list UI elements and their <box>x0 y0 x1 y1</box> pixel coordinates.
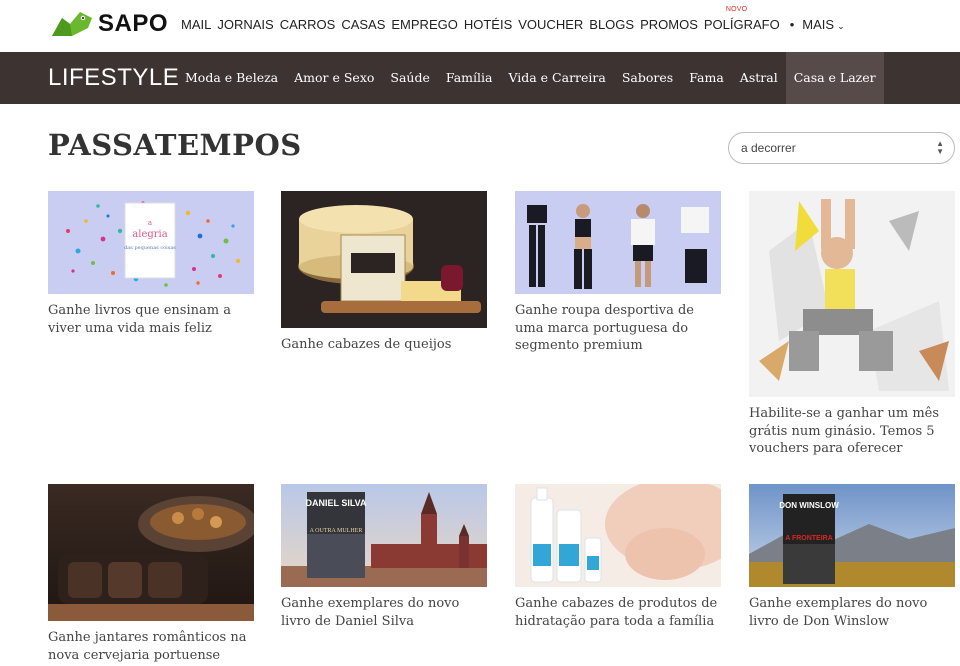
contest-caption[interactable]: Ganhe jantares românticos na nova cervej… <box>48 629 254 664</box>
lifestyle-nav-moda[interactable]: Moda e Beleza <box>177 52 286 104</box>
nav-promos[interactable]: PROMOS <box>640 17 698 32</box>
nav-emprego[interactable]: EMPREGO <box>391 17 457 32</box>
contest-card[interactable]: Ganhe roupa desportiva de uma marca port… <box>515 191 721 355</box>
lifestyle-bar: LIFESTYLE Moda e Beleza Amor e Sexo Saúd… <box>0 52 960 104</box>
book-cover-subtitle: das pequenas coisas <box>124 245 176 251</box>
nav-hoteis[interactable]: HOTÉIS <box>464 17 512 32</box>
sapo-nav: MAIL JORNAIS CARROS CASAS EMPREGO HOTÉIS… <box>181 6 851 32</box>
nav-voucher[interactable]: VOUCHER <box>518 17 583 32</box>
contest-caption[interactable]: Ganhe livros que ensinam a viver uma vid… <box>48 302 254 337</box>
contest-card[interactable]: Ganhe jantares românticos na nova cervej… <box>48 484 254 664</box>
status-filter-value: a decorrer <box>741 141 796 155</box>
contest-caption[interactable]: Habilite-se a ganhar um mês grátis num g… <box>749 405 955 458</box>
contest-caption[interactable]: Ganhe roupa desportiva de uma marca port… <box>515 302 721 355</box>
contest-card[interactable]: a alegria das pequenas coisas Ganhe livr… <box>48 191 254 337</box>
nav-mais[interactable]: MAIS ⌄ <box>802 17 844 32</box>
sapo-logo[interactable]: SAPO <box>52 8 168 40</box>
lifestyle-nav: Moda e Beleza Amor e Sexo Saúde Família … <box>177 52 884 104</box>
contest-card[interactable]: DON WINSLOW A FRONTEIRA Ganhe exemplares… <box>749 484 955 630</box>
book-cover-author: DANIEL SILVA <box>305 498 367 508</box>
contest-image-daniel-silva[interactable]: DANIEL SILVA A OUTRA MULHER <box>281 484 487 587</box>
lifestyle-nav-sabores[interactable]: Sabores <box>614 52 681 104</box>
nav-poligrafo-label: POLÍGRAFO <box>703 17 780 32</box>
contest-image-don-winslow[interactable]: DON WINSLOW A FRONTEIRA <box>749 484 955 587</box>
sapo-topbar: SAPO MAIL JORNAIS CARROS CASAS EMPREGO H… <box>0 0 960 52</box>
lifestyle-nav-casa-lazer[interactable]: Casa e Lazer <box>785 52 884 104</box>
contest-image-hydration[interactable] <box>515 484 721 587</box>
nav-mais-label: MAIS <box>802 17 835 32</box>
nav-carros[interactable]: CARROS <box>280 17 336 32</box>
book-cover-title: A FRONTEIRA <box>785 535 833 542</box>
select-arrows-icon: ▲ ▼ <box>936 139 944 156</box>
contest-image-restaurant[interactable] <box>48 484 254 621</box>
lifestyle-nav-fama[interactable]: Fama <box>681 52 732 104</box>
nav-blogs[interactable]: BLOGS <box>589 17 634 32</box>
nav-separator: • <box>789 17 795 32</box>
book-cover-text: a <box>148 219 152 227</box>
novo-badge: NOVO <box>725 6 748 13</box>
status-filter-select[interactable]: a decorrer ▲ ▼ <box>728 132 955 164</box>
contest-image-sportswear[interactable] <box>515 191 721 294</box>
sapo-brand: SAPO <box>98 10 169 37</box>
contest-image-cheese[interactable] <box>281 191 487 328</box>
page-title: PASSATEMPOS <box>48 128 302 162</box>
lifestyle-nav-amor[interactable]: Amor e Sexo <box>286 52 382 104</box>
contest-image-gym[interactable] <box>749 191 955 397</box>
nav-casas[interactable]: CASAS <box>341 17 385 32</box>
lifestyle-nav-familia[interactable]: Família <box>438 52 501 104</box>
contest-caption[interactable]: Ganhe exemplares do novo livro de Daniel… <box>281 595 487 630</box>
contest-card[interactable]: DANIEL SILVA A OUTRA MULHER Ganhe exempl… <box>281 484 487 630</box>
nav-poligrafo[interactable]: NOVO POLÍGRAFO <box>703 6 780 32</box>
contest-caption[interactable]: Ganhe exemplares do novo livro de Don Wi… <box>749 595 955 630</box>
sapo-frog-icon <box>52 12 92 36</box>
contest-caption[interactable]: Ganhe cabazes de queijos <box>281 336 487 354</box>
book-cover-title: alegria <box>132 229 167 240</box>
contest-caption[interactable]: Ganhe cabazes de produtos de hidratação … <box>515 595 721 630</box>
book-cover-title: A OUTRA MULHER <box>310 528 363 534</box>
book-cover-author: DON WINSLOW <box>779 501 839 510</box>
contest-card[interactable]: Ganhe cabazes de queijos <box>281 191 487 354</box>
chevron-down-icon: ⌄ <box>837 21 845 31</box>
contest-image-books[interactable]: a alegria das pequenas coisas <box>48 191 254 294</box>
contest-card[interactable]: Habilite-se a ganhar um mês grátis num g… <box>749 191 955 458</box>
contest-card[interactable]: Ganhe cabazes de produtos de hidratação … <box>515 484 721 630</box>
lifestyle-nav-astral[interactable]: Astral <box>732 52 786 104</box>
nav-jornais[interactable]: JORNAIS <box>217 17 273 32</box>
nav-mail[interactable]: MAIL <box>181 17 211 32</box>
lifestyle-nav-vida[interactable]: Vida e Carreira <box>500 52 613 104</box>
lifestyle-nav-saude[interactable]: Saúde <box>382 52 437 104</box>
lifestyle-brand[interactable]: LIFESTYLE <box>48 64 179 92</box>
